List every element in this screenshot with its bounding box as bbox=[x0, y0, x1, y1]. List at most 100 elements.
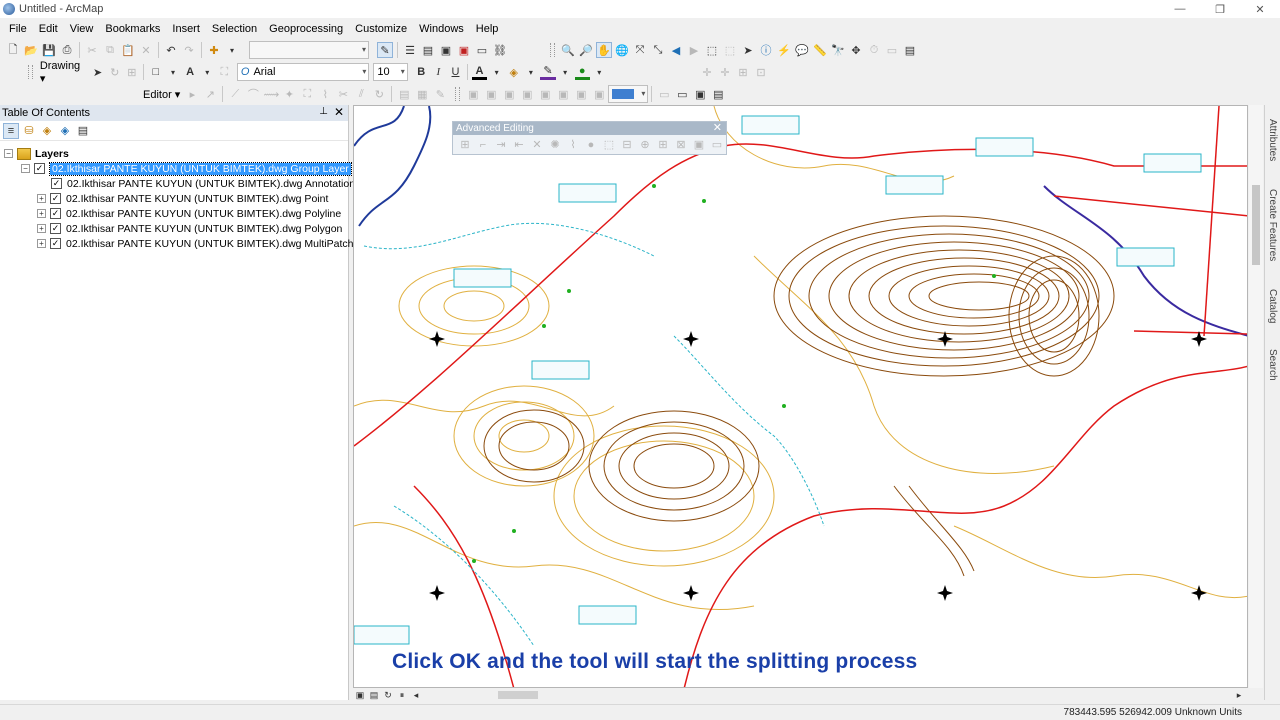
cut-polygons-icon[interactable]: ✂ bbox=[335, 86, 351, 102]
construct-geodetic-icon[interactable]: ⬚ bbox=[601, 137, 617, 153]
text-dropdown-icon[interactable]: ▾ bbox=[200, 64, 215, 80]
layer-row-multipatch[interactable]: + ✓ 02.Ikthisar PANTE KUYUN (UNTUK BIMTE… bbox=[37, 236, 353, 251]
construct-points-icon[interactable]: ⊞ bbox=[655, 137, 671, 153]
edit-vertices-icon[interactable]: ⛶ bbox=[217, 64, 232, 80]
zoom-out-icon[interactable]: 🔎 bbox=[578, 42, 594, 58]
menu-help[interactable]: Help bbox=[470, 19, 505, 39]
full-extent-icon[interactable]: 🌐 bbox=[614, 42, 630, 58]
layout-icon-3[interactable]: ▣ bbox=[692, 86, 708, 102]
cut-icon[interactable]: ✂ bbox=[84, 42, 100, 58]
extend-icon[interactable]: ⇥ bbox=[493, 137, 509, 153]
horizontal-scrollbar-thumb[interactable] bbox=[498, 691, 538, 699]
editor-toolbar-icon[interactable]: ✎ bbox=[377, 42, 393, 58]
layer-label[interactable]: 02.Ikthisar PANTE KUYUN (UNTUK BIMTEK).d… bbox=[67, 178, 355, 190]
select-elements-arrow-icon[interactable]: ➤ bbox=[90, 64, 105, 80]
rectify-icon[interactable]: ⊞ bbox=[735, 64, 751, 80]
italic-button[interactable]: I bbox=[431, 64, 446, 80]
topology-icon-2[interactable]: ▣ bbox=[483, 86, 499, 102]
bold-button[interactable]: B bbox=[414, 64, 429, 80]
options-icon[interactable]: ▤ bbox=[75, 123, 91, 139]
point-icon[interactable]: ✦ bbox=[281, 86, 297, 102]
straight-segment-icon[interactable]: ⟋ bbox=[227, 86, 243, 102]
fixed-zoom-out-icon[interactable]: ⤡ bbox=[650, 42, 666, 58]
list-by-visibility-icon[interactable]: ◈ bbox=[39, 123, 55, 139]
reshape-icon[interactable]: ⌇ bbox=[317, 86, 333, 102]
select-elements-icon[interactable]: ➤ bbox=[740, 42, 756, 58]
smooth-icon[interactable]: ● bbox=[583, 137, 599, 153]
model-builder-icon[interactable]: ⛓ bbox=[492, 42, 508, 58]
topology-icon-4[interactable]: ▣ bbox=[519, 86, 535, 102]
construct-polygons-icon[interactable]: ⊠ bbox=[673, 137, 689, 153]
menu-selection[interactable]: Selection bbox=[206, 19, 263, 39]
layer-color-dropdown[interactable]: ▾ bbox=[608, 85, 649, 103]
find-icon[interactable]: 🔭 bbox=[830, 42, 846, 58]
map-display[interactable] bbox=[353, 105, 1248, 688]
layer-visibility-checkbox[interactable]: ✓ bbox=[50, 208, 61, 219]
zoom-in-icon[interactable]: 🔍 bbox=[560, 42, 576, 58]
maximize-button[interactable]: ❐ bbox=[1200, 0, 1240, 18]
rotate-features-icon[interactable]: ▭ bbox=[709, 137, 725, 153]
layout-icon-1[interactable]: ▭ bbox=[656, 86, 672, 102]
layers-root[interactable]: − Layers bbox=[4, 146, 69, 161]
menu-bookmarks[interactable]: Bookmarks bbox=[99, 19, 166, 39]
menu-file[interactable]: File bbox=[3, 19, 33, 39]
python-window-icon[interactable]: ▭ bbox=[474, 42, 490, 58]
pin-icon[interactable]: ⊥ bbox=[319, 106, 328, 117]
go-to-xy-icon[interactable]: ✥ bbox=[848, 42, 864, 58]
hyperlink-icon[interactable]: ⚡ bbox=[776, 42, 792, 58]
fill-color-icon[interactable]: ◈ bbox=[506, 64, 521, 80]
trim-icon[interactable]: ⇤ bbox=[511, 137, 527, 153]
layer-visibility-checkbox[interactable]: ✓ bbox=[34, 163, 45, 174]
add-data-dropdown-icon[interactable]: ▾ bbox=[224, 42, 240, 58]
delete-icon[interactable]: ✕ bbox=[138, 42, 154, 58]
close-toc-button[interactable]: ✕ bbox=[334, 105, 344, 119]
map-vertical-scrollbar[interactable] bbox=[1249, 105, 1263, 688]
menu-edit[interactable]: Edit bbox=[33, 19, 64, 39]
arc-segment-icon[interactable]: ⌒ bbox=[245, 86, 261, 102]
minimize-button[interactable]: — bbox=[1160, 0, 1200, 18]
table-of-contents-icon[interactable]: ☰ bbox=[402, 42, 418, 58]
layer-label[interactable]: 02.Ikthisar PANTE KUYUN (UNTUK BIMTEK).d… bbox=[66, 223, 342, 235]
line-color-icon[interactable]: ✎ bbox=[540, 64, 556, 80]
catalog-tab[interactable]: Catalog bbox=[1267, 289, 1278, 323]
underline-button[interactable]: U bbox=[448, 64, 463, 80]
font-name-dropdown[interactable]: O Arial ▾ bbox=[236, 63, 370, 81]
attributes-icon[interactable]: ▤ bbox=[396, 86, 412, 102]
trace-icon[interactable]: ⟿ bbox=[263, 86, 279, 102]
scrollbar-thumb[interactable] bbox=[1252, 185, 1260, 265]
layout-icon-4[interactable]: ▤ bbox=[710, 86, 726, 102]
add-data-icon[interactable]: ✚ bbox=[206, 42, 222, 58]
menu-insert[interactable]: Insert bbox=[166, 19, 206, 39]
layer-label[interactable]: 02.Ikthisar PANTE KUYUN (UNTUK BIMTEK).d… bbox=[66, 208, 341, 220]
expand-icon[interactable]: + bbox=[37, 224, 46, 233]
print-icon[interactable]: ⎙ bbox=[59, 42, 75, 58]
drawing-menu[interactable]: Drawing ▾ bbox=[37, 60, 89, 85]
add-control-points-icon[interactable]: ✛ bbox=[699, 64, 715, 80]
editor-menu[interactable]: Editor ▾ bbox=[140, 88, 183, 101]
layer-visibility-checkbox[interactable]: ✓ bbox=[50, 223, 61, 234]
map-scale-dropdown[interactable]: ▾ bbox=[249, 41, 369, 59]
menu-windows[interactable]: Windows bbox=[413, 19, 470, 39]
layer-row-point[interactable]: + ✓ 02.Ikthisar PANTE KUYUN (UNTUK BIMTE… bbox=[37, 191, 328, 206]
expand-icon[interactable]: + bbox=[37, 239, 46, 248]
rectangle-icon[interactable]: □ bbox=[148, 64, 163, 80]
replace-geometry-icon[interactable]: ⊕ bbox=[637, 137, 653, 153]
pause-drawing-icon[interactable]: ⏸ bbox=[396, 689, 408, 701]
topology-icon-7[interactable]: ▣ bbox=[573, 86, 589, 102]
font-size-dropdown[interactable]: 10 ▾ bbox=[373, 63, 408, 81]
redo-icon[interactable]: ↷ bbox=[181, 42, 197, 58]
rotate-tool-icon[interactable]: ↻ bbox=[371, 86, 387, 102]
rectangle-dropdown-icon[interactable]: ▾ bbox=[165, 64, 180, 80]
open-icon[interactable]: 📂 bbox=[23, 42, 39, 58]
group-layer-row[interactable]: − ✓ 02.Ikthisar PANTE KUYUN (UNTUK BIMTE… bbox=[21, 161, 352, 176]
marker-color-dropdown-icon[interactable]: ▾ bbox=[592, 64, 607, 80]
undo-icon[interactable]: ↶ bbox=[163, 42, 179, 58]
pan-hand-icon[interactable]: ✋ bbox=[596, 42, 612, 58]
topology-icon-8[interactable]: ▣ bbox=[591, 86, 607, 102]
close-advanced-editing-button[interactable]: ✕ bbox=[713, 121, 722, 134]
paste-icon[interactable]: 📋 bbox=[120, 42, 136, 58]
create-features-tab[interactable]: Create Features bbox=[1267, 189, 1278, 261]
topology-icon-3[interactable]: ▣ bbox=[501, 86, 517, 102]
refresh-icon[interactable]: ↻ bbox=[382, 689, 394, 701]
rotate-icon[interactable]: ↻ bbox=[107, 64, 122, 80]
